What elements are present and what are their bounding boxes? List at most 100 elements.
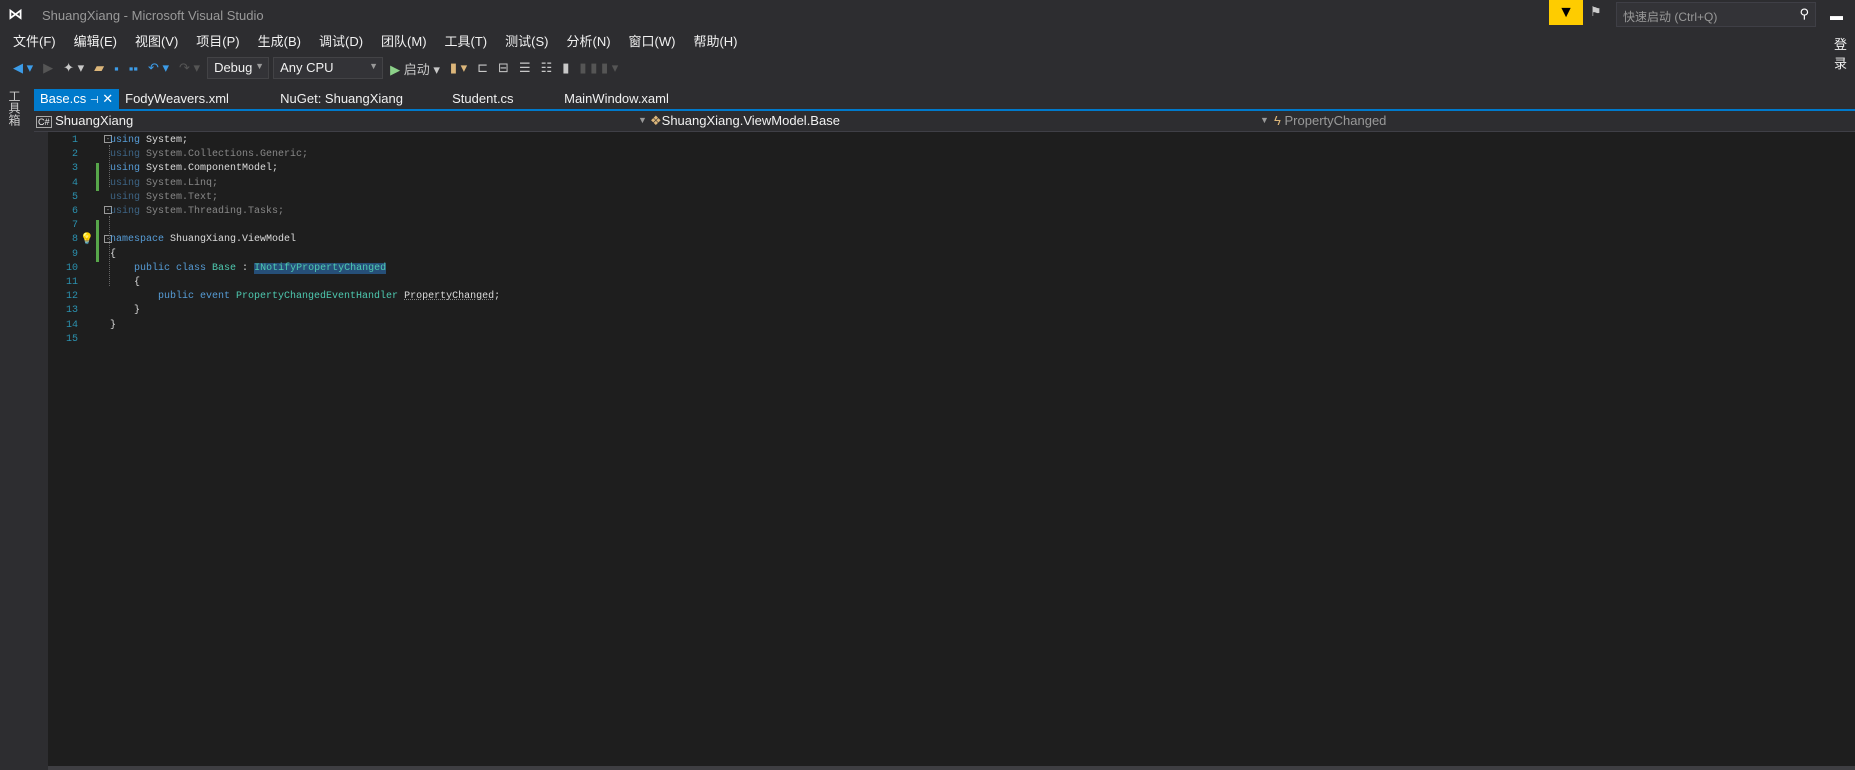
menu-tools[interactable]: 工具(T) — [436, 32, 497, 52]
line-number: 4 — [71, 177, 78, 189]
code-token: ; — [494, 291, 501, 303]
horizontal-scrollbar[interactable] — [48, 766, 1855, 770]
quick-launch-input[interactable]: 快速启动 (Ctrl+Q) ⚲ — [1616, 2, 1816, 27]
menu-team[interactable]: 团队(M) — [372, 32, 436, 52]
tab-fodyweavers[interactable]: FodyWeavers.xml — [119, 89, 274, 109]
code-text: } — [110, 304, 140, 318]
menu-edit[interactable]: 编辑(E) — [65, 32, 126, 52]
code-text: public event PropertyChangedEventHandler… — [110, 290, 500, 304]
title-bar: ⋈ ShuangXiang - Microsoft Visual Studio … — [0, 0, 1855, 30]
change-marker — [96, 163, 99, 191]
menu-window[interactable]: 窗口(W) — [620, 32, 685, 52]
document-tabs: Base.cs ⊣ ✕ FodyWeavers.xml NuGet: Shuan… — [34, 89, 675, 109]
notification-filter-icon[interactable]: ▼ — [1549, 0, 1583, 25]
platform-select[interactable]: Any CPU ▼ — [273, 57, 384, 79]
change-marker — [96, 220, 99, 262]
navigation-bar: C# ShuangXiang ▼ ❖ShuangXiang.ViewModel.… — [34, 111, 1855, 132]
tab-student-cs[interactable]: Student.cs — [446, 89, 558, 109]
code-token: System; — [140, 135, 189, 146]
menu-project[interactable]: 项目(P) — [187, 32, 248, 52]
code-token: using — [110, 149, 141, 161]
bookmark-icon[interactable]: ▮ — [559, 60, 572, 76]
browser-link-icon[interactable]: ▮ ▾ — [447, 60, 470, 76]
tab-base-cs[interactable]: Base.cs ⊣ ✕ — [34, 89, 120, 109]
menu-analyze[interactable]: 分析(N) — [557, 32, 619, 52]
navigate-icon[interactable]: ⊟ — [495, 60, 512, 76]
close-icon[interactable]: ✕ — [102, 91, 113, 106]
code-token: ShuangXiang.ViewModel — [164, 234, 297, 246]
project-dropdown[interactable]: C# ShuangXiang — [36, 113, 646, 131]
platform-value: Any CPU — [280, 60, 334, 75]
back-icon[interactable]: ◀ ▾ — [10, 60, 36, 76]
code-editor[interactable]: - - - 💡 1 using System; 2 using System.Coll… — [48, 132, 1855, 766]
menu-view[interactable]: 视图(V) — [126, 32, 187, 52]
new-project-icon[interactable]: ✦ ▾ — [60, 60, 87, 76]
code-token: System.ComponentModel; — [140, 163, 279, 175]
code-token: PropertyChanged — [404, 291, 495, 303]
code-text: } — [110, 319, 116, 333]
code-token: using — [110, 177, 141, 189]
menu-build[interactable]: 生成(B) — [249, 32, 310, 52]
event-icon: ϟ — [1274, 113, 1281, 128]
menu-debug[interactable]: 调试(D) — [310, 32, 372, 52]
search-icon[interactable]: ⚲ — [1799, 6, 1809, 22]
redo-icon[interactable]: ↷ ▾ — [176, 60, 203, 76]
code-token: using — [110, 191, 141, 203]
line-number: 14 — [65, 319, 78, 331]
configuration-select[interactable]: Debug ▼ — [207, 57, 270, 79]
pin-icon[interactable]: ⊣ — [90, 95, 99, 106]
code-text: { — [110, 276, 140, 290]
line-number: 7 — [71, 220, 78, 232]
save-all-icon[interactable]: ▪▪ — [126, 61, 141, 76]
code-token: public class — [134, 262, 213, 274]
undo-icon[interactable]: ↶ ▾ — [145, 60, 172, 76]
code-token: : — [236, 262, 255, 274]
configuration-value: Debug — [214, 60, 253, 75]
uncomment-icon[interactable]: ☷ — [538, 60, 556, 76]
line-number: 12 — [65, 291, 78, 303]
chevron-down-icon: ▼ — [1260, 115, 1269, 125]
project-value: ShuangXiang — [55, 113, 134, 128]
line-number: 11 — [65, 277, 78, 288]
lightbulb-icon[interactable]: 💡 — [80, 232, 94, 245]
code-text: { — [110, 248, 116, 262]
toolbox-tab[interactable]: 工具箱 — [6, 90, 23, 126]
code-text: public class Base : INotifyPropertyChang… — [110, 262, 387, 276]
feedback-icon[interactable]: ⚑ — [1590, 4, 1602, 20]
chevron-down-icon: ▼ — [255, 61, 265, 71]
comment-icon[interactable]: ☰ — [516, 60, 534, 76]
code-token: } — [134, 305, 141, 317]
class-icon: ❖ — [650, 113, 662, 128]
standard-toolbar: ◀ ▾ ▶ ✦ ▾ ▰ ▪ ▪▪ ↶ ▾ ↷ ▾ Debug ▼ Any CPU ▼… — [10, 55, 621, 81]
code-text: using System.Text; — [110, 191, 218, 205]
visual-studio-logo-icon: ⋈ — [8, 6, 23, 23]
code-text: using System.ComponentModel; — [110, 162, 278, 176]
code-token: { — [134, 277, 141, 288]
csharp-icon: C# — [36, 116, 52, 128]
menu-test[interactable]: 测试(S) — [496, 32, 557, 52]
tab-mainwindow-xaml[interactable]: MainWindow.xaml — [558, 89, 675, 109]
start-button[interactable]: ▶ 启动 ▾ — [387, 59, 443, 78]
bookmark-prev-icon[interactable]: ▮ ▮ ▮ ▾ — [576, 60, 621, 76]
minimize-button[interactable]: ▬ — [1830, 8, 1843, 23]
type-dropdown[interactable]: ❖ShuangXiang.ViewModel.Base — [650, 113, 1300, 131]
code-token: System.Collections.Generic; — [140, 149, 309, 161]
tab-nuget[interactable]: NuGet: ShuangXiang — [274, 89, 446, 109]
menu-file[interactable]: 文件(F) — [4, 32, 65, 52]
member-dropdown[interactable]: ϟ PropertyChanged — [1274, 113, 1854, 131]
line-number: 15 — [65, 333, 78, 345]
code-token: System.Text; — [140, 191, 219, 203]
line-number: 8 — [71, 234, 78, 246]
line-number: 3 — [71, 163, 78, 175]
code-token: using — [110, 206, 141, 217]
menu-help[interactable]: 帮助(H) — [684, 32, 746, 52]
forward-icon[interactable]: ▶ — [40, 60, 56, 76]
code-token: PropertyChangedEventHandler — [236, 291, 399, 303]
save-icon[interactable]: ▪ — [111, 61, 122, 76]
open-file-icon[interactable]: ▰ — [91, 60, 107, 76]
code-text: using System.Linq; — [110, 177, 218, 191]
chevron-down-icon: ▼ — [369, 61, 379, 71]
step-icon[interactable]: ⊏ — [474, 60, 491, 76]
login-link[interactable]: 登录 — [1834, 34, 1855, 72]
line-number: 6 — [71, 206, 78, 217]
